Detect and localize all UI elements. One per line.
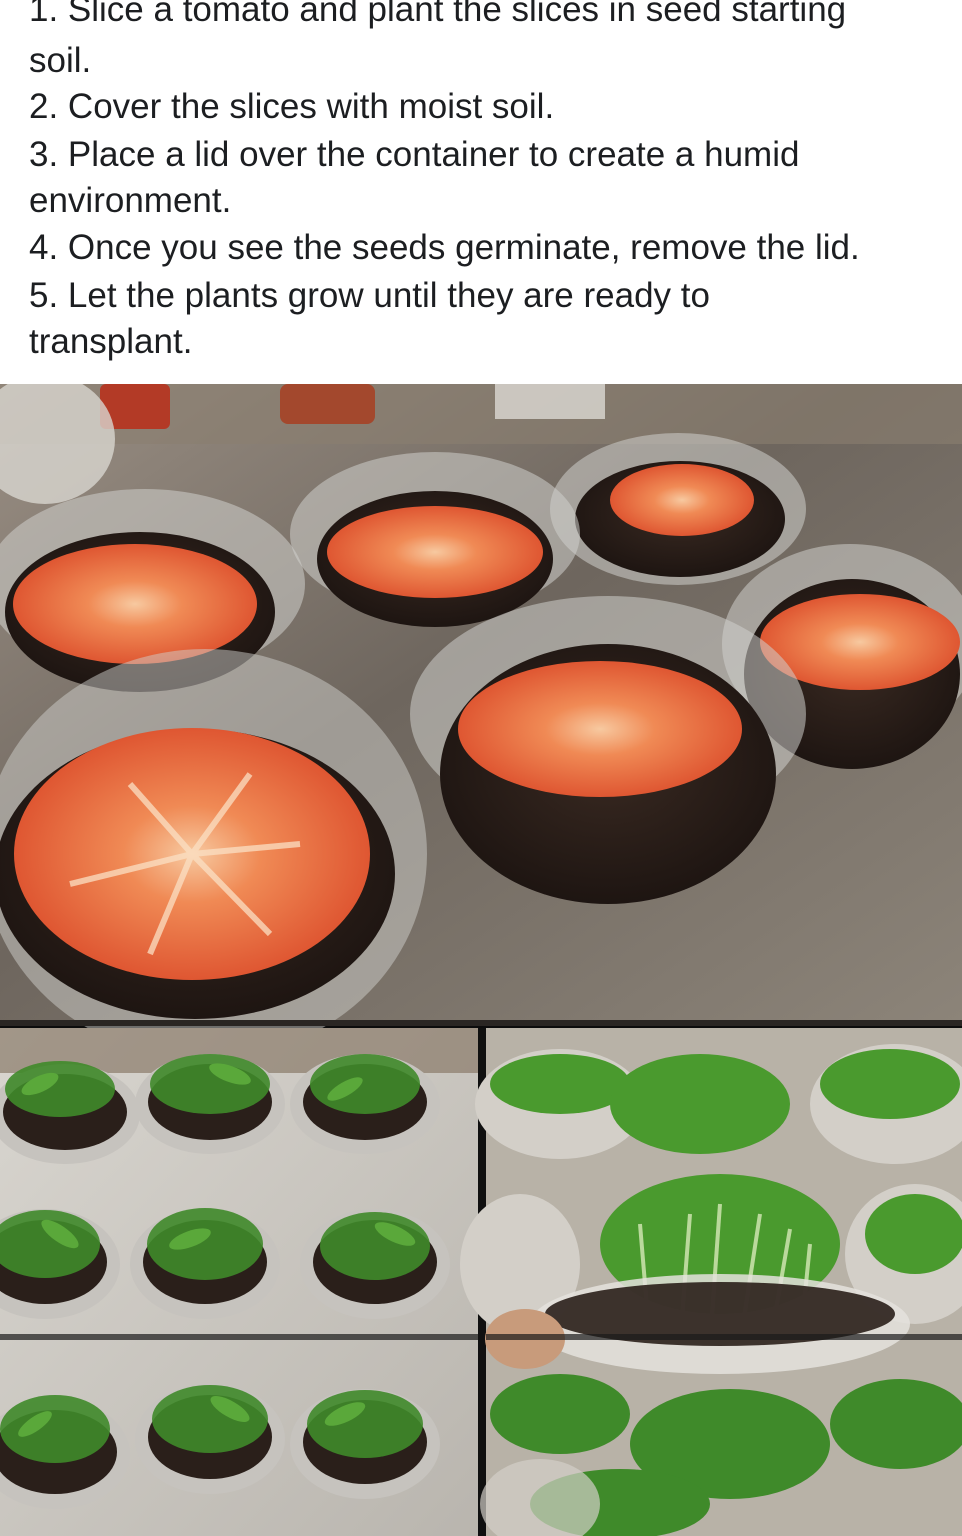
seedlings-closeup-photo[interactable] [460, 1028, 962, 1536]
tomato-slice [458, 661, 742, 797]
panel-divider [0, 1334, 478, 1340]
seedlings-grid-photo[interactable] [0, 1028, 478, 1536]
sauce-jar [280, 384, 375, 424]
step-5-line-2: transplant. [29, 322, 193, 361]
step-3-line-2: environment. [29, 181, 232, 220]
post-text: 1. Slice a tomato and plant the slices i… [0, 0, 962, 384]
photo-divider [0, 1020, 962, 1026]
background-container [495, 384, 605, 419]
cup-front-left [0, 649, 427, 1059]
step-4: 4. Once you see the seeds germinate, rem… [29, 228, 860, 267]
step-5-line-1: 5. Let the plants grow until they are re… [29, 276, 710, 315]
step-1-line-1: 1. Slice a tomato and plant the slices i… [29, 0, 847, 29]
tomato-slice [13, 544, 257, 664]
panel-divider [486, 1334, 962, 1340]
tomato-slice [610, 464, 754, 536]
step-2: 2. Cover the slices with moist soil. [29, 87, 555, 126]
tomato-slice [327, 506, 543, 598]
photo-collage[interactable] [0, 384, 962, 1536]
tomato-slices-photo[interactable] [0, 384, 962, 1059]
step-3-line-1: 3. Place a lid over the container to cre… [29, 135, 800, 174]
step-1-line-2: soil. [29, 41, 92, 80]
cup-back-right [550, 433, 806, 585]
